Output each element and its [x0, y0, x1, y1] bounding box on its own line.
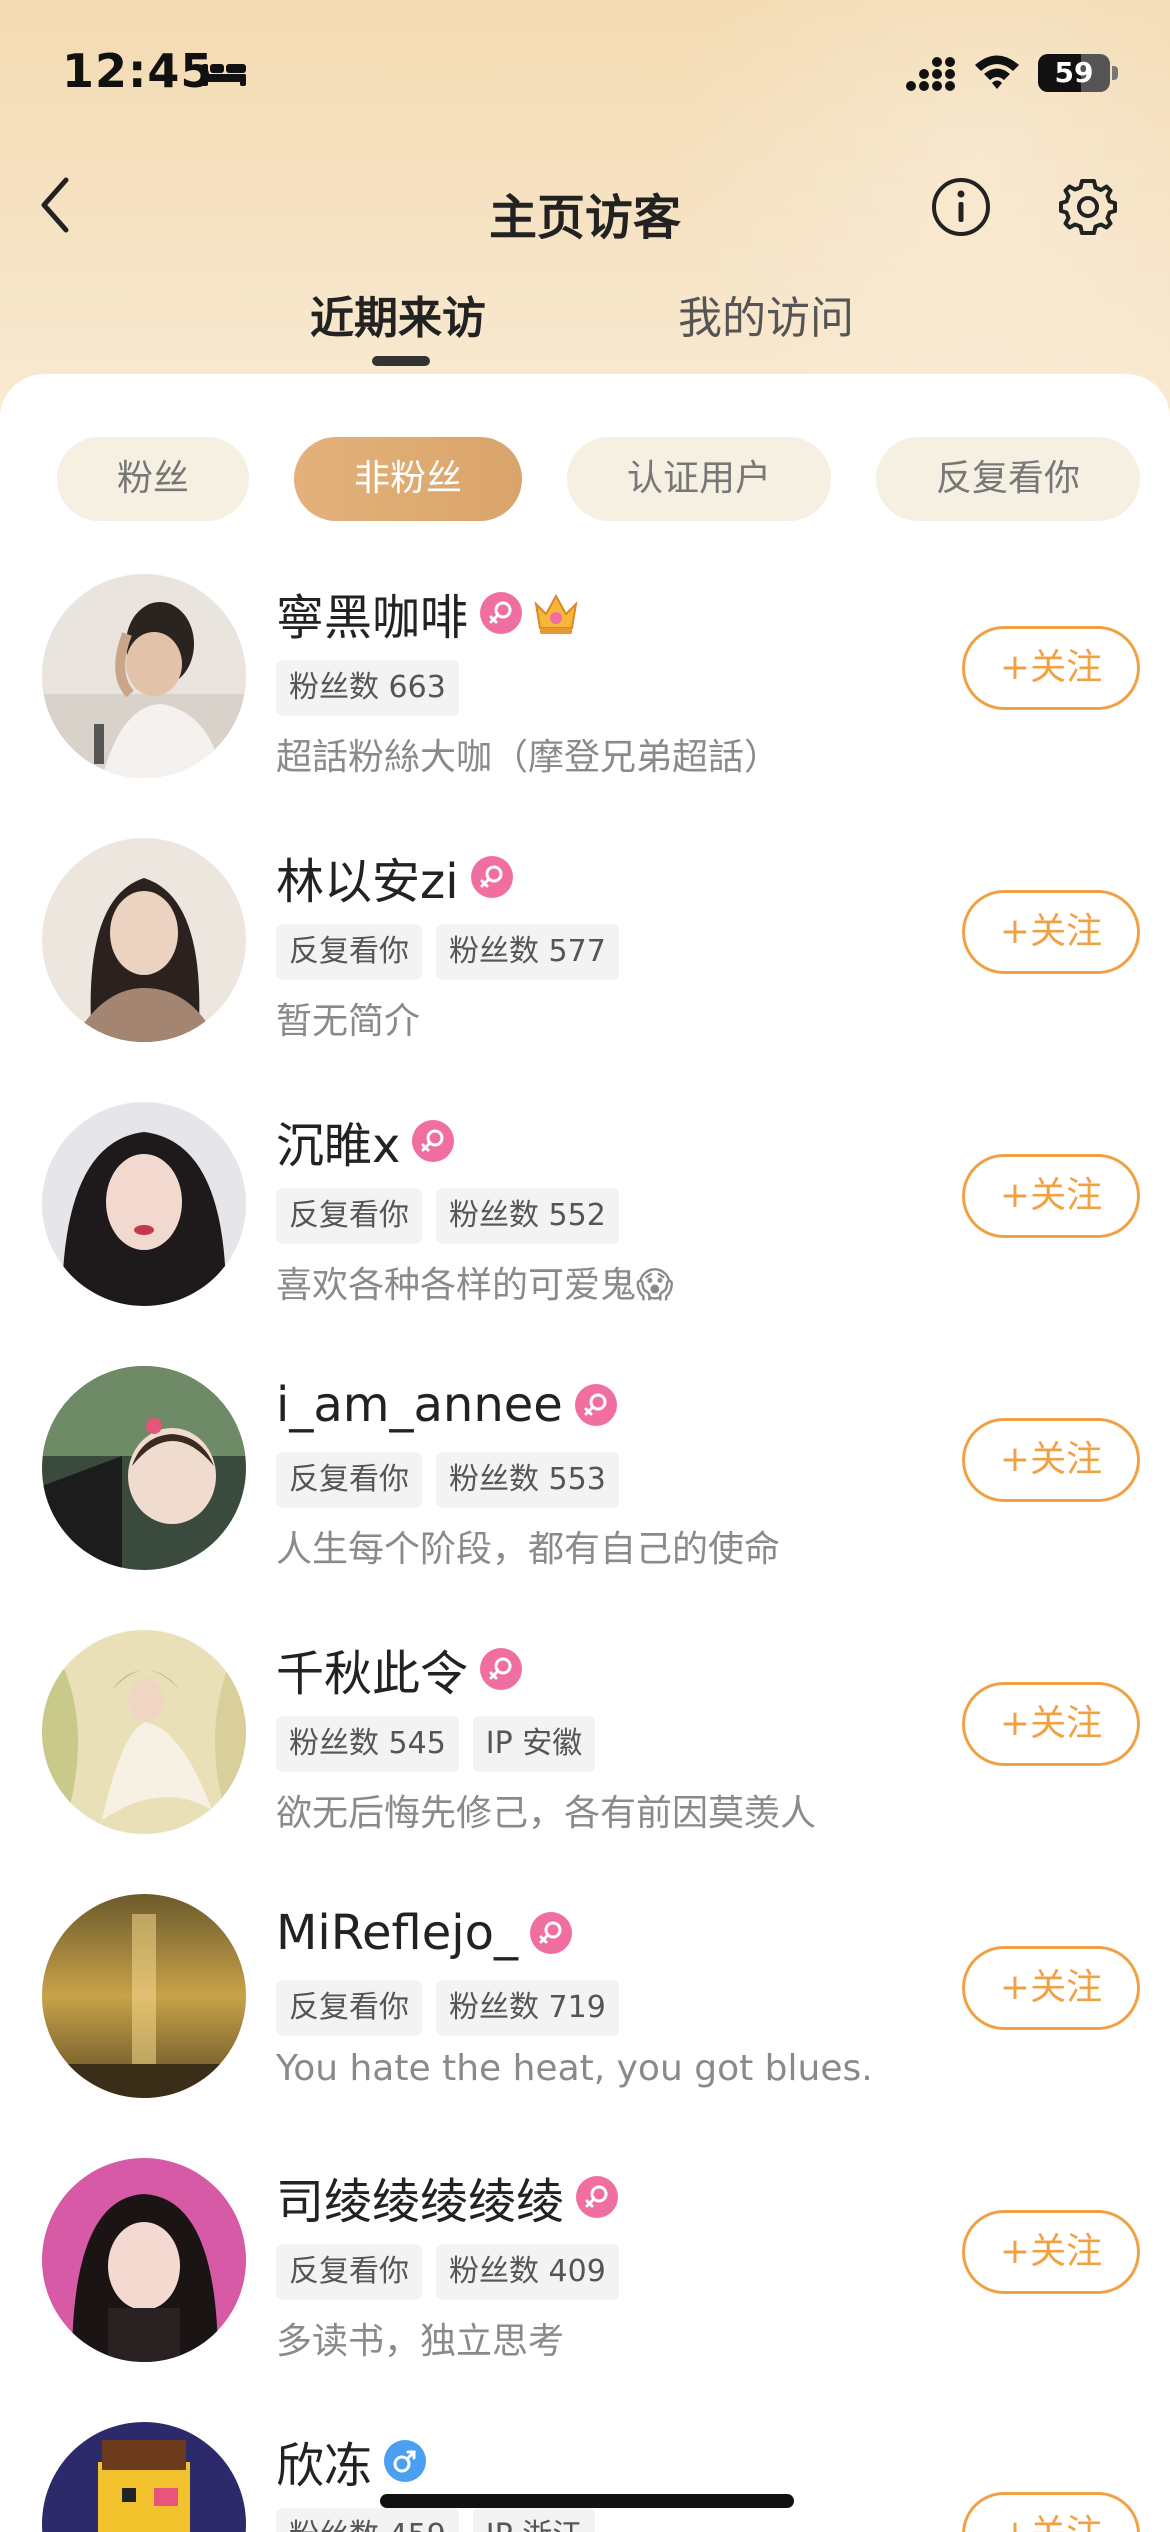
- avatar[interactable]: [42, 1366, 246, 1570]
- visitor-tags: 反复看你 粉丝数 577: [276, 924, 633, 980]
- follow-button[interactable]: +关注: [962, 2492, 1140, 2532]
- follow-button[interactable]: +关注: [962, 1682, 1140, 1766]
- name-line: MiReflejo_: [276, 1902, 572, 1964]
- female-gender-icon: [480, 592, 523, 634]
- crown-badge-icon: [534, 593, 578, 634]
- sleep-bed-icon: [202, 64, 246, 86]
- avatar[interactable]: [42, 838, 246, 1042]
- cellular-signal-icon: [906, 57, 955, 91]
- visitor-tags: 反复看你 粉丝数 552: [276, 1188, 633, 1244]
- visitor-tag: IP 浙江: [472, 2508, 596, 2532]
- visitor-tag: 粉丝数 409: [436, 2244, 619, 2300]
- visitor-row[interactable]: 千秋此令 粉丝数 545 IP 安徽 欲无后悔先修己，各有前因莫羡人 +关注: [0, 1616, 1170, 1880]
- visitor-row[interactable]: 林以安zi 反复看你 粉丝数 577 暂无简介 +关注: [0, 824, 1170, 1088]
- visitor-tag: 反复看你: [276, 924, 422, 980]
- visitor-tag: 粉丝数 719: [436, 1980, 619, 2036]
- visitor-tag: 反复看你: [276, 1980, 422, 2036]
- name-line: 林以安zi: [276, 846, 513, 910]
- visitor-name[interactable]: 司绫绫绫绫绫: [276, 2162, 564, 2232]
- follow-button[interactable]: +关注: [962, 626, 1140, 710]
- visitor-row[interactable]: 司绫绫绫绫绫 反复看你 粉丝数 409 多读书，独立思考 +关注: [0, 2144, 1170, 2408]
- avatar[interactable]: [42, 574, 246, 778]
- visitor-tag: 粉丝数 663: [276, 660, 459, 716]
- status-time: 12:45: [62, 44, 214, 98]
- active-tab-indicator: [372, 356, 430, 366]
- visitor-row[interactable]: i_am_annee 反复看你 粉丝数 553 人生每个阶段，都有自己的使命 +…: [0, 1352, 1170, 1616]
- female-gender-icon: [576, 2176, 619, 2218]
- visitor-bio: 人生每个阶段，都有自己的使命: [276, 1529, 781, 1570]
- filter-chip-repeat-viewers[interactable]: 反复看你: [876, 437, 1140, 521]
- visitor-tags: 粉丝数 663: [276, 660, 473, 716]
- visitor-tag: 粉丝数 552: [436, 1188, 619, 1244]
- visitor-tag: 粉丝数 577: [436, 924, 619, 980]
- visitor-bio: 暂无简介: [276, 1001, 421, 1042]
- female-gender-icon: [480, 1648, 523, 1690]
- follow-button[interactable]: +关注: [962, 1946, 1140, 2030]
- follow-button[interactable]: +关注: [962, 890, 1140, 974]
- female-gender-icon: [529, 1912, 572, 1954]
- wifi-icon: [975, 55, 1019, 89]
- name-line: 寧黑咖啡: [276, 582, 580, 646]
- visitor-tags: 粉丝数 459 IP 浙江: [276, 2508, 609, 2532]
- name-line: 沉睢x: [276, 1110, 455, 1174]
- status-bar: 12:45 59: [0, 0, 1170, 150]
- gear-icon[interactable]: [1057, 176, 1119, 238]
- follow-button[interactable]: +关注: [962, 1154, 1140, 1238]
- name-line: 欣冻: [276, 2430, 427, 2494]
- visitor-tag: IP 安徽: [472, 1716, 596, 1772]
- visitor-tags: 反复看你 粉丝数 409: [276, 2244, 633, 2300]
- visitor-name[interactable]: i_am_annee: [276, 1377, 563, 1433]
- male-gender-icon: [384, 2440, 427, 2482]
- battery-indicator: 59: [1038, 54, 1110, 92]
- visitor-bio: 多读书，独立思考: [276, 2321, 565, 2362]
- visitor-row[interactable]: 欣冻 粉丝数 459 IP 浙江 +关注: [0, 2408, 1170, 2532]
- visitor-bio: 欲无后悔先修己，各有前因莫羡人: [276, 1793, 817, 1834]
- visitor-bio: 超話粉絲大咖（摩登兄弟超話）: [276, 737, 781, 778]
- female-gender-icon: [412, 1120, 455, 1162]
- visitor-bio: You hate the heat, you got blues.: [276, 2048, 873, 2089]
- battery-cap: [1112, 66, 1118, 80]
- visitor-tag: 粉丝数 545: [276, 1716, 459, 1772]
- female-gender-icon: [470, 856, 513, 898]
- visitor-name[interactable]: 寧黑咖啡: [276, 578, 468, 648]
- visitor-tag: 反复看你: [276, 2244, 422, 2300]
- visitor-name[interactable]: 沉睢x: [276, 1106, 400, 1176]
- follow-button[interactable]: +关注: [962, 2210, 1140, 2294]
- avatar[interactable]: [42, 2422, 246, 2532]
- visitor-name[interactable]: MiReflejo_: [276, 1905, 518, 1961]
- visitor-tags: 粉丝数 545 IP 安徽: [276, 1716, 609, 1772]
- visitor-tags: 反复看你 粉丝数 719: [276, 1980, 633, 2036]
- avatar[interactable]: [42, 2158, 246, 2362]
- name-line: 千秋此令: [276, 1638, 523, 1702]
- avatar[interactable]: [42, 1102, 246, 1306]
- battery-level: 59: [1054, 56, 1094, 89]
- visitor-name[interactable]: 欣冻: [276, 2426, 372, 2496]
- visitor-tag: 反复看你: [276, 1188, 422, 1244]
- tab-recent-visits[interactable]: 近期来访: [310, 282, 486, 346]
- female-gender-icon: [574, 1384, 617, 1426]
- visitor-name[interactable]: 林以安zi: [276, 842, 459, 912]
- visitor-name[interactable]: 千秋此令: [276, 1634, 468, 1704]
- tab-my-visits[interactable]: 我的访问: [678, 282, 854, 346]
- avatar[interactable]: [42, 1894, 246, 2098]
- visitor-row[interactable]: 沉睢x 反复看你 粉丝数 552 喜欢各种各样的可爱鬼😱 +关注: [0, 1088, 1170, 1352]
- visitor-tag: 粉丝数 553: [436, 1452, 619, 1508]
- visitor-tags: 反复看你 粉丝数 553: [276, 1452, 633, 1508]
- page-title: 主页访客: [488, 190, 681, 246]
- avatar[interactable]: [42, 1630, 246, 1834]
- name-line: i_am_annee: [276, 1374, 617, 1436]
- follow-button[interactable]: +关注: [962, 1418, 1140, 1502]
- visitor-bio: 喜欢各种各样的可爱鬼😱: [276, 1265, 674, 1306]
- name-line: 司绫绫绫绫绫: [276, 2166, 619, 2230]
- filter-chip-fans[interactable]: 粉丝: [57, 437, 249, 521]
- filter-chip-non-fans[interactable]: 非粉丝: [294, 437, 522, 521]
- visitor-row[interactable]: 寧黑咖啡 粉丝数 663 超話粉絲大咖（摩登兄弟超話） +关注: [0, 560, 1170, 824]
- visitor-tag: 粉丝数 459: [276, 2508, 459, 2532]
- visitor-tag: 反复看你: [276, 1452, 422, 1508]
- filter-chip-verified[interactable]: 认证用户: [567, 437, 831, 521]
- visitor-row[interactable]: MiReflejo_ 反复看你 粉丝数 719 You hate the hea…: [0, 1880, 1170, 2144]
- home-indicator[interactable]: [380, 2494, 794, 2508]
- info-icon[interactable]: [930, 176, 992, 238]
